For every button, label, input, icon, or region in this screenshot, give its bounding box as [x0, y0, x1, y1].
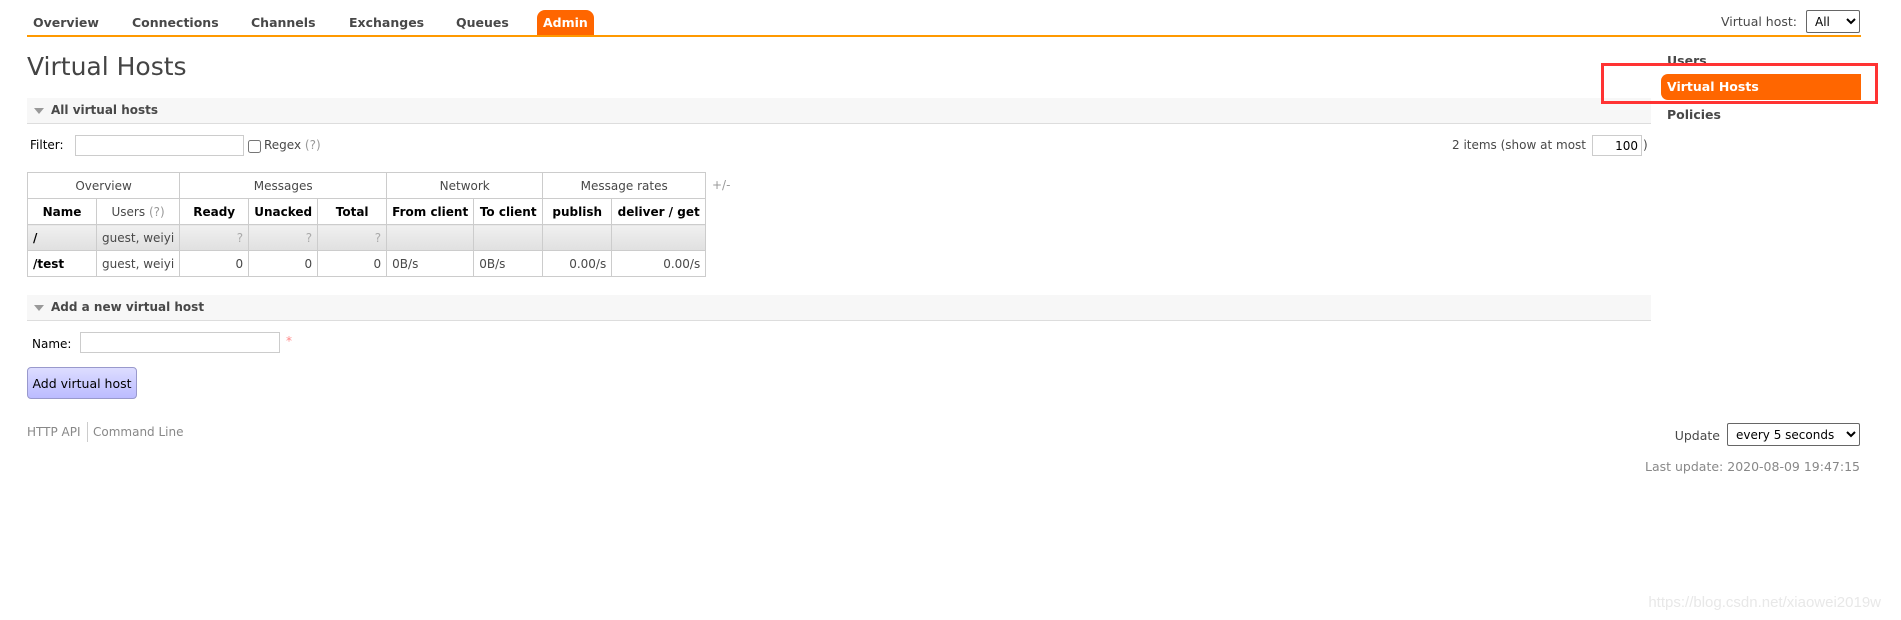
max-items-input[interactable] [1592, 135, 1642, 156]
cell-ready: 0 [179, 250, 250, 277]
command-line-link[interactable]: Command Line [93, 425, 184, 439]
section-title: All virtual hosts [51, 103, 159, 117]
vhost-name-input[interactable] [80, 332, 280, 353]
users-help[interactable]: (?) [149, 205, 165, 219]
collapse-triangle-icon [34, 108, 44, 114]
tab-connections[interactable]: Connections [132, 10, 219, 36]
regex-help[interactable]: (?) [305, 138, 321, 152]
cell-unacked: ? [248, 224, 319, 251]
highlight-box [1601, 63, 1878, 104]
last-update: Last update: 2020-08-09 19:47:15 [1645, 459, 1860, 474]
cell-to-client [473, 224, 544, 251]
toggle-columns-button[interactable]: +/- [712, 178, 730, 192]
col-users[interactable]: Users (?) [95, 198, 181, 225]
tab-admin[interactable]: Admin [537, 10, 594, 36]
cell-ready: ? [179, 224, 250, 251]
required-mark: * [286, 334, 292, 348]
cell-to-client: 0B/s [473, 250, 544, 277]
group-overview: Overview [26, 172, 181, 199]
add-virtual-host-button[interactable]: Add virtual host [27, 367, 137, 399]
col-total[interactable]: Total [317, 198, 388, 225]
items-close-paren: ) [1643, 138, 1648, 152]
vhosts-table: Overview Messages Network Message rates … [26, 172, 707, 277]
vhost-name-link[interactable]: / [27, 224, 97, 251]
tab-exchanges[interactable]: Exchanges [349, 10, 424, 36]
cell-unacked: 0 [248, 250, 319, 277]
cell-total: 0 [317, 250, 388, 277]
all-vhosts-section-header[interactable]: All virtual hosts [27, 98, 1651, 124]
group-network: Network [386, 172, 544, 199]
group-message-rates: Message rates [542, 172, 707, 199]
vhost-label: Virtual host: [1720, 14, 1797, 29]
table-row[interactable]: / guest, weiyi ? ? ? [27, 224, 707, 251]
footer-divider [87, 422, 88, 442]
tab-channels[interactable]: Channels [251, 10, 316, 36]
col-deliver-get[interactable]: deliver / get [611, 198, 707, 225]
col-users-label: Users [111, 204, 146, 219]
watermark: https://blog.csdn.net/xiaowei2019w [1648, 594, 1881, 611]
cell-deliver-get: 0.00/s [611, 250, 707, 277]
cell-from-client: 0B/s [386, 250, 475, 277]
col-publish[interactable]: publish [542, 198, 613, 225]
col-from-client[interactable]: From client [386, 198, 475, 225]
filter-input[interactable] [75, 135, 244, 156]
tab-overview[interactable]: Overview [33, 10, 99, 36]
regex-checkbox[interactable] [248, 140, 261, 153]
table-row[interactable]: /test guest, weiyi 0 0 0 0B/s 0B/s 0.00/… [27, 250, 707, 277]
cell-publish [542, 224, 613, 251]
update-label: Update [1674, 428, 1720, 443]
regex-text: Regex [264, 138, 302, 152]
collapse-triangle-icon [34, 305, 44, 311]
name-label: Name: [32, 337, 72, 351]
cell-users: guest, weiyi [95, 224, 181, 251]
add-vhost-section-header[interactable]: Add a new virtual host [27, 295, 1651, 321]
cell-users: guest, weiyi [95, 250, 181, 277]
col-name[interactable]: Name [27, 198, 97, 225]
update-interval-select[interactable]: every 5 seconds [1727, 423, 1860, 446]
sidebar-item-policies[interactable]: Policies [1667, 107, 1721, 122]
group-messages: Messages [179, 172, 388, 199]
filter-label: Filter: [30, 138, 64, 152]
tab-queues[interactable]: Queues [456, 10, 509, 36]
regex-label: Regex (?) [264, 138, 321, 152]
cell-publish: 0.00/s [542, 250, 613, 277]
nav-divider [27, 35, 1861, 37]
http-api-link[interactable]: HTTP API [27, 425, 81, 439]
cell-deliver-get [611, 224, 707, 251]
page-title: Virtual Hosts [27, 52, 187, 81]
vhost-select[interactable]: All [1806, 10, 1860, 33]
col-to-client[interactable]: To client [473, 198, 544, 225]
cell-total: ? [317, 224, 388, 251]
col-unacked[interactable]: Unacked [248, 198, 319, 225]
col-ready[interactable]: Ready [179, 198, 250, 225]
vhost-name-link[interactable]: /test [27, 250, 97, 277]
cell-from-client [386, 224, 475, 251]
section-title: Add a new virtual host [51, 300, 205, 314]
items-count: 2 items (show at most [1452, 138, 1586, 152]
